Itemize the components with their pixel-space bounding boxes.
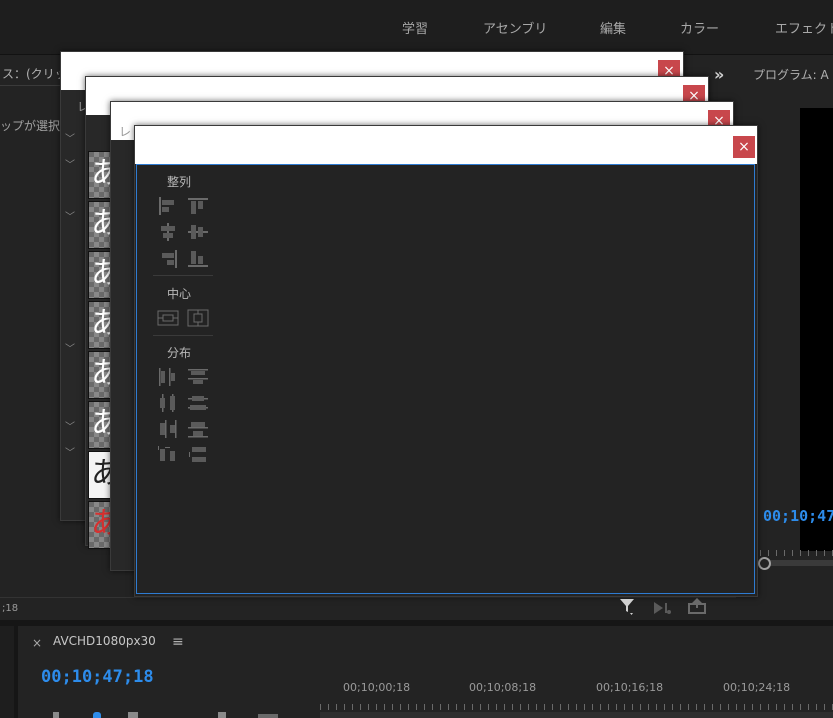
align-horizontal-center-icon[interactable]: [157, 222, 179, 242]
source-panel-divider: [0, 85, 60, 86]
align-vertical-center-icon[interactable]: [187, 222, 209, 242]
chevron-down-icon[interactable]: ﹀: [65, 340, 75, 355]
align-top-icon[interactable]: [187, 196, 209, 216]
workspace-tab-learning[interactable]: 学習: [402, 18, 428, 37]
timeline-ruler-bar[interactable]: [320, 712, 833, 718]
snap-icon[interactable]: [53, 712, 59, 718]
clip-thumbnail[interactable]: あ: [88, 351, 112, 399]
panel-expand-icon[interactable]: »: [714, 65, 724, 84]
workspace-bar: 学習 アセンブリ 編集 カラー エフェクト: [0, 0, 833, 55]
ruler-label: 00;10;16;18: [596, 681, 664, 694]
center-separator: [153, 335, 213, 336]
timeline-menu-icon[interactable]: ≡: [172, 634, 184, 650]
center-section-label: 中心: [167, 287, 192, 301]
linked-selection-icon[interactable]: [93, 712, 101, 718]
chevron-down-icon[interactable]: ﹀: [65, 444, 75, 459]
center-horizontal-icon[interactable]: [157, 308, 179, 328]
workspace-tab-effects[interactable]: エフェクト: [775, 18, 833, 37]
source-panel-subtitle: ップが選択: [0, 119, 61, 133]
align-separator: [153, 275, 213, 276]
program-timecode[interactable]: 00;10;47: [763, 507, 833, 525]
program-mini-ruler: [760, 550, 833, 556]
align-panel: 整列 中心 分布: [136, 164, 755, 594]
align-left-icon[interactable]: [157, 196, 179, 216]
dialog-titlebar-align[interactable]: [135, 126, 757, 164]
clip-thumbnail[interactable]: あ: [88, 301, 112, 349]
distribute-bottom-icon[interactable]: [187, 419, 209, 439]
dialog-tab-label-3[interactable]: レ: [119, 123, 131, 140]
source-bottom-divider: [0, 597, 736, 598]
distribute-right-icon[interactable]: [157, 419, 179, 439]
distribute-vertical-center-icon[interactable]: [187, 393, 209, 413]
timeline-close-button[interactable]: ×: [32, 636, 42, 650]
source-timecode: ;18: [2, 603, 19, 614]
workspace-tab-color[interactable]: カラー: [680, 18, 719, 37]
chevron-down-icon[interactable]: ﹀: [65, 130, 75, 145]
tools-panel: [0, 626, 14, 718]
timeline-sequence-tab[interactable]: AVCHD1080px30: [53, 634, 156, 648]
timeline-ruler[interactable]: [320, 704, 833, 710]
center-vertical-icon[interactable]: [187, 308, 209, 328]
clip-thumbnail[interactable]: あ: [88, 251, 112, 299]
insert-icon[interactable]: [654, 600, 672, 614]
timeline-panel: × AVCHD1080px30 ≡ 00;10;47;18 00;10;00;1…: [18, 626, 833, 718]
captions-icon[interactable]: [258, 714, 278, 718]
dialog-close-button-align[interactable]: ×: [733, 136, 755, 158]
align-section-label: 整列: [167, 175, 192, 189]
distribute-horizontal-spacing-icon[interactable]: [157, 445, 179, 465]
clip-thumbnail[interactable]: あ: [88, 201, 112, 249]
ruler-label: 00;10;00;18: [343, 681, 411, 694]
ruler-label: 00;10;24;18: [723, 681, 791, 694]
distribute-section-label: 分布: [167, 346, 192, 360]
program-monitor-title[interactable]: プログラム: A: [753, 66, 829, 83]
source-panel: ス：(クリッ ップが選択 ;18: [0, 55, 67, 620]
align-right-icon[interactable]: [157, 249, 179, 269]
chevron-down-icon[interactable]: ﹀: [65, 208, 75, 223]
workspace-tab-editing[interactable]: 編集: [600, 18, 626, 37]
chevron-down-icon[interactable]: ﹀: [65, 156, 75, 171]
program-video-frame: [800, 108, 833, 551]
program-playhead-handle[interactable]: [758, 557, 771, 570]
distribute-horizontal-center-icon[interactable]: [157, 393, 179, 413]
align-bottom-icon[interactable]: [187, 249, 209, 269]
filter-icon[interactable]: [620, 599, 634, 615]
clip-thumbnail[interactable]: あ: [88, 401, 112, 449]
marker-icon[interactable]: [128, 712, 138, 718]
workspace-tab-assembly[interactable]: アセンブリ: [483, 18, 547, 37]
distribute-top-icon[interactable]: [187, 367, 209, 387]
clip-thumbnail[interactable]: あ: [88, 501, 112, 549]
wrench-icon[interactable]: [218, 712, 226, 718]
timeline-timecode[interactable]: 00;10;47;18: [41, 667, 154, 687]
chevron-down-icon[interactable]: ﹀: [65, 418, 75, 433]
distribute-vertical-spacing-icon[interactable]: [187, 445, 209, 465]
distribute-left-icon[interactable]: [157, 367, 179, 387]
clip-thumbnail[interactable]: あ: [88, 451, 112, 499]
export-icon[interactable]: [688, 598, 706, 614]
source-panel-title[interactable]: ス：(クリッ: [2, 65, 67, 82]
clip-thumbnail[interactable]: あ: [88, 151, 112, 199]
ruler-label: 00;10;08;18: [469, 681, 537, 694]
thumbnail-strip: あ あ あ あ あ あ あ あ: [88, 151, 112, 549]
